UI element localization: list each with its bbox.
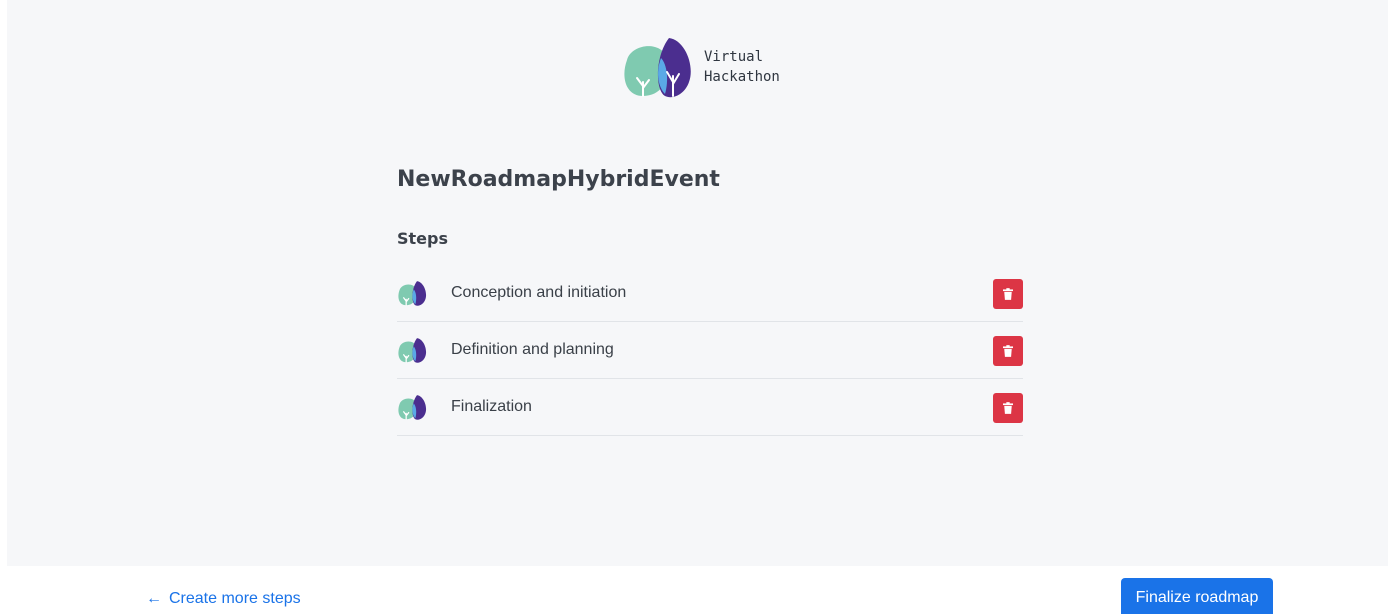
- delete-step-button[interactable]: [993, 393, 1023, 423]
- step-item: Conception and initiation: [397, 265, 1023, 322]
- step-item: Definition and planning: [397, 322, 1023, 379]
- delete-step-button[interactable]: [993, 279, 1023, 309]
- roadmap-content: NewRoadmapHybridEvent Steps Conception a…: [397, 160, 1023, 436]
- step-label: Definition and planning: [451, 341, 614, 358]
- step-label: Conception and initiation: [451, 284, 627, 301]
- step-list: Conception and initiation Definition and…: [397, 265, 1023, 436]
- trash-icon: [1003, 402, 1013, 414]
- tree-logo-icon: [398, 338, 427, 363]
- trash-icon: [1003, 288, 1013, 300]
- step-label: Finalization: [451, 398, 532, 415]
- trash-icon: [1003, 345, 1013, 357]
- main-panel: Virtual Hackathon NewRoadmapHybridEvent …: [7, 0, 1388, 566]
- tree-logo-icon: [398, 281, 427, 306]
- brand-logo: Virtual Hackathon: [621, 38, 821, 100]
- create-more-steps-link[interactable]: ← Create more steps: [146, 588, 301, 610]
- step-item: Finalization: [397, 379, 1023, 436]
- delete-step-button[interactable]: [993, 336, 1023, 366]
- finalize-roadmap-button[interactable]: Finalize roadmap: [1121, 578, 1273, 614]
- brand-name: Virtual Hackathon: [704, 47, 780, 87]
- create-more-steps-label: Create more steps: [169, 590, 301, 607]
- page: Virtual Hackathon NewRoadmapHybridEvent …: [0, 0, 1388, 614]
- steps-heading: Steps: [397, 229, 448, 248]
- footer-bar: ← Create more steps Finalize roadmap: [0, 566, 1388, 614]
- arrow-left-icon: ←: [146, 590, 162, 607]
- page-title: NewRoadmapHybridEvent: [397, 167, 720, 192]
- tree-logo-icon: [398, 395, 427, 420]
- brand-name-line2: Hackathon: [704, 69, 780, 85]
- brand-name-line1: Virtual: [704, 49, 764, 65]
- tree-logo-icon: [624, 38, 691, 98]
